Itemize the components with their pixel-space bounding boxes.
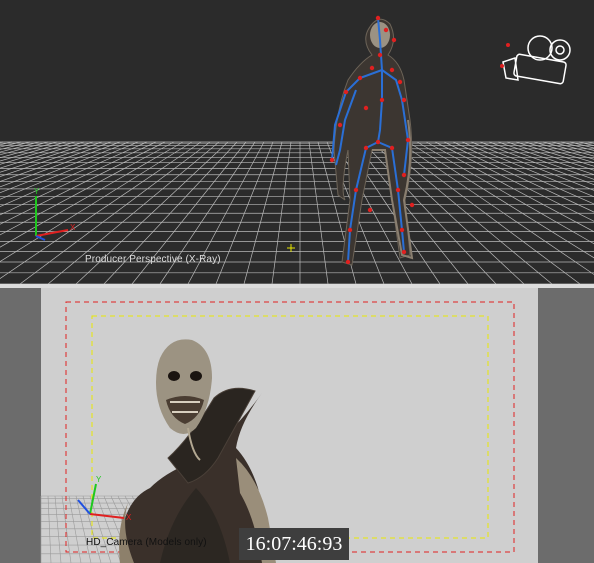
axis-x-label: X xyxy=(126,513,132,522)
axis-y-label: Y xyxy=(34,187,40,196)
axis-y-label: Y xyxy=(96,475,102,484)
camera-viewport-label: HD_Camera (Models only) xyxy=(86,537,207,548)
right-eye xyxy=(190,371,202,381)
axis-x-label: X xyxy=(70,223,76,232)
bottom-viewport-canvas: Y X xyxy=(40,301,515,563)
viewport-label: Producer Perspective (X-Ray) xyxy=(85,254,221,265)
character-skeleton[interactable] xyxy=(329,15,415,266)
center-crosshair-icon xyxy=(287,244,295,252)
hd-camera-viewport[interactable]: Y X xyxy=(0,288,594,563)
camera-icon[interactable] xyxy=(500,35,571,85)
top-viewport-canvas: Y X xyxy=(0,15,594,284)
timecode-display: 16:07:46:93 xyxy=(239,528,349,560)
producer-perspective-viewport[interactable]: Y X Producer Perspective (X-Ray) xyxy=(0,0,594,284)
left-eye xyxy=(168,371,180,381)
